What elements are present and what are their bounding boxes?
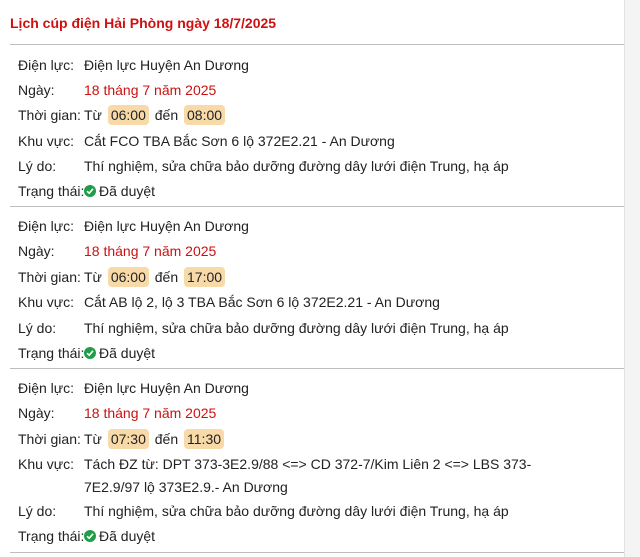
time-label: Thời gian: (18, 107, 81, 123)
time-label: Thời gian: (18, 431, 81, 447)
outage-schedule-panel: Lịch cúp điện Hải Phòng ngày 18/7/2025 Đ… (0, 0, 625, 557)
unit-label: Điện lực: (18, 380, 75, 396)
time-value: Từ 07:30 đến 11:30 (84, 428, 226, 450)
time-label: Thời gian: (18, 269, 81, 285)
time-value: Từ 06:00 đến 17:00 (84, 266, 227, 288)
status-text: Đã duyệt (99, 183, 156, 199)
status-label: Trạng thái: (18, 345, 85, 361)
to-text: đến (154, 107, 179, 123)
reason-label: Lý do: (18, 503, 57, 519)
scrollbar[interactable] (624, 0, 640, 557)
start-time: 06:00 (107, 105, 149, 125)
time-value: Từ 06:00 đến 08:00 (84, 104, 227, 126)
reason-value: Thí nghiệm, sửa chữa bảo dưỡng đường dây… (84, 503, 509, 519)
divider (10, 44, 624, 45)
date-value: 18 tháng 7 năm 2025 (84, 405, 217, 421)
from-text: Từ (84, 269, 102, 285)
unit-label: Điện lực: (18, 218, 75, 234)
status-text: Đã duyệt (99, 345, 156, 361)
reason-value: Thí nghiệm, sửa chữa bảo dưỡng đường dây… (84, 158, 509, 174)
check-circle-icon (84, 347, 96, 359)
page-title: Lịch cúp điện Hải Phòng ngày 18/7/2025 (10, 15, 277, 31)
from-text: Từ (84, 107, 102, 123)
divider (10, 368, 624, 369)
reason-label: Lý do: (18, 158, 57, 174)
area-value: Cắt FCO TBA Bắc Sơn 6 lộ 372E2.21 - An D… (84, 133, 395, 149)
status-label: Trạng thái: (18, 528, 85, 544)
to-text: đến (154, 431, 179, 447)
check-circle-icon (84, 530, 96, 542)
start-time: 07:30 (107, 429, 149, 449)
end-time: 11:30 (184, 429, 225, 449)
date-label: Ngày: (18, 243, 55, 259)
status-label: Trạng thái: (18, 183, 85, 199)
area-label: Khu vực: (18, 133, 75, 149)
reason-value: Thí nghiệm, sửa chữa bảo dưỡng đường dây… (84, 320, 509, 336)
end-time: 17:00 (184, 267, 226, 287)
area-value: Cắt AB lộ 2, lộ 3 TBA Bắc Sơn 6 lộ 372E2… (84, 294, 440, 310)
reason-label: Lý do: (18, 320, 57, 336)
start-time: 06:00 (107, 267, 149, 287)
area-value: Tách ĐZ từ: DPT 373-3E2.9/88 <=> CD 372-… (84, 456, 532, 495)
area-label: Khu vực: (18, 456, 75, 472)
unit-value: Điện lực Huyện An Dương (84, 380, 249, 396)
date-label: Ngày: (18, 405, 55, 421)
date-label: Ngày: (18, 82, 55, 98)
unit-value: Điện lực Huyện An Dương (84, 57, 249, 73)
divider (10, 552, 624, 553)
status-value: Đã duyệt (82, 342, 155, 364)
to-text: đến (154, 269, 179, 285)
status-value: Đã duyệt (82, 180, 155, 202)
end-time: 08:00 (184, 105, 226, 125)
date-value: 18 tháng 7 năm 2025 (84, 243, 217, 259)
area-label: Khu vực: (18, 294, 75, 310)
check-circle-icon (84, 185, 96, 197)
unit-label: Điện lực: (18, 57, 75, 73)
from-text: Từ (84, 431, 102, 447)
date-value: 18 tháng 7 năm 2025 (84, 82, 217, 98)
divider (10, 206, 624, 207)
status-value: Đã duyệt (82, 525, 155, 547)
unit-value: Điện lực Huyện An Dương (84, 218, 249, 234)
status-text: Đã duyệt (99, 528, 156, 544)
